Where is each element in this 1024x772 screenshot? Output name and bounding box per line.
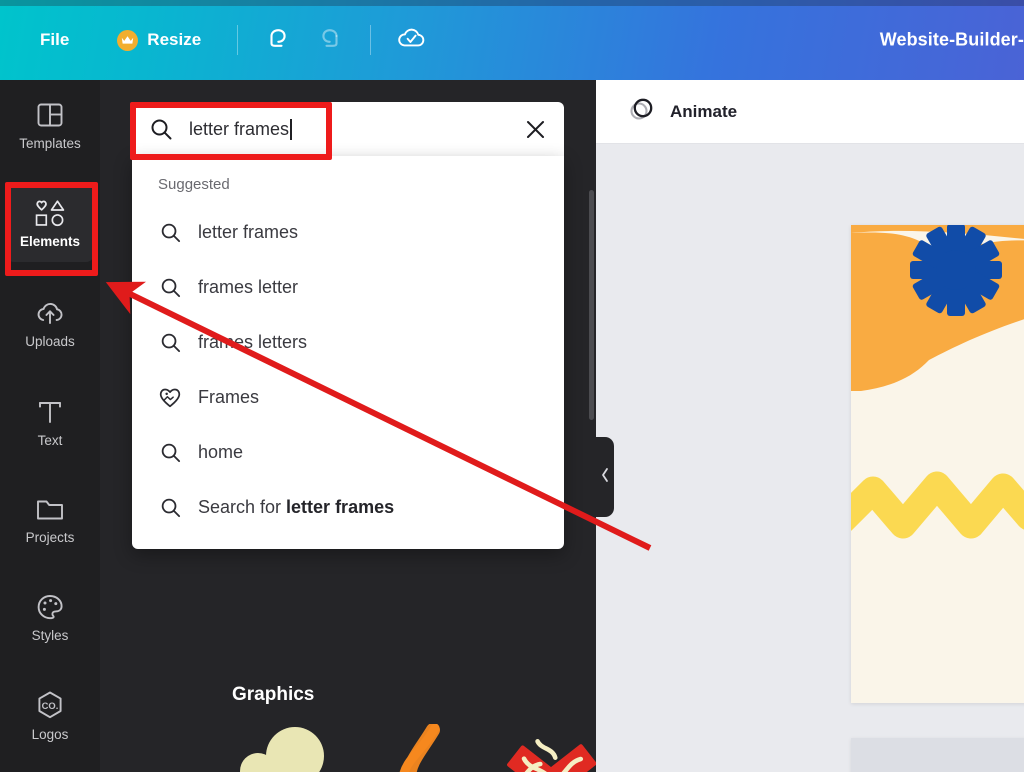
suggestion-item-0[interactable]: letter frames (132, 205, 564, 260)
sidebar-item-label: Templates (19, 136, 81, 151)
cloud-check-icon (396, 24, 426, 57)
resize-button[interactable]: Resize (107, 21, 211, 59)
toolbar-divider (237, 25, 239, 55)
logo-hexagon-icon: CO. (35, 690, 65, 720)
graphic-thumbnail-red-bacon-x[interactable] (494, 724, 596, 772)
search-input-value: letter frames (189, 118, 290, 139)
search-icon (158, 441, 182, 464)
animate-circles-icon (626, 94, 656, 129)
sidebar-item-text[interactable]: Text (6, 385, 94, 461)
chevron-left-icon (600, 467, 610, 488)
suggestion-item-3[interactable]: Frames (132, 370, 564, 425)
search-icon (158, 496, 182, 519)
graphics-section-header: Graphics See all (232, 684, 596, 706)
animate-button[interactable]: Animate (616, 88, 747, 135)
search-icon (158, 221, 182, 244)
elements-icon (33, 199, 67, 227)
sidebar-item-label: Elements (19, 234, 81, 249)
panel-collapse-handle[interactable] (596, 437, 614, 517)
panel-scrollbar[interactable] (589, 190, 594, 420)
suggestion-item-2[interactable]: frames letters (132, 315, 564, 370)
sidebar-item-styles[interactable]: Styles (6, 580, 94, 656)
suggestion-item-1[interactable]: frames letter (132, 260, 564, 315)
suggestion-label: home (198, 442, 244, 462)
toolbar-divider-2 (370, 25, 372, 55)
top-header-bar: File Resize Website-Builder- (0, 0, 1024, 80)
sidebar-item-label: Styles (31, 628, 69, 643)
sidebar-item-label: Logos (31, 727, 69, 742)
search-icon (149, 117, 173, 141)
sidebar-item-templates[interactable]: Templates (6, 88, 94, 164)
elements-panel: letter frames Suggested letter frames fr… (100, 80, 596, 772)
palette-icon (36, 593, 64, 621)
templates-icon (36, 101, 64, 129)
suggested-section-label: Suggested (158, 176, 230, 193)
undo-icon (264, 24, 292, 57)
search-suggestions-dropdown: Suggested letter frames frames letter fr… (132, 156, 564, 549)
sidebar-item-elements[interactable]: Elements (6, 186, 94, 262)
graphics-thumbnail-row (232, 723, 596, 772)
search-for-item[interactable]: Search for letter frames (132, 480, 564, 535)
editor-toolbar: Animate (596, 80, 1024, 144)
search-icon (158, 276, 182, 299)
redo-button[interactable] (310, 20, 350, 60)
design-page-1[interactable] (851, 225, 1024, 703)
file-menu-label: File (40, 30, 70, 49)
suggestion-item-4[interactable]: home (132, 425, 564, 480)
uploads-cloud-icon (35, 299, 65, 327)
suggestion-label: letter frames (198, 222, 299, 242)
search-input[interactable]: letter frames (132, 102, 564, 156)
left-rail: Templates Elements Uploads Text Projects… (0, 80, 100, 772)
sidebar-item-logos[interactable]: CO. Logos (6, 678, 94, 754)
search-for-term: letter frames (286, 497, 395, 517)
sidebar-item-projects[interactable]: Projects (6, 483, 94, 559)
text-caret (290, 118, 292, 140)
resize-label: Resize (147, 30, 202, 49)
folder-icon (35, 497, 65, 523)
undo-button[interactable] (258, 20, 298, 60)
search-icon (158, 331, 182, 354)
svg-text:CO.: CO. (42, 700, 59, 711)
graphic-thumbnail-cream-blob[interactable] (232, 724, 347, 772)
clear-search-button[interactable] (520, 114, 550, 144)
design-page-2[interactable] (851, 738, 1024, 772)
search-row: letter frames (132, 102, 564, 156)
file-menu-button[interactable]: File (30, 21, 79, 59)
editor-area: Animate (596, 80, 1024, 772)
graphic-thumbnail-orange-swirl[interactable] (363, 723, 478, 772)
suggestion-label: frames letter (198, 277, 299, 297)
frame-heart-icon (158, 385, 182, 410)
graphics-title: Graphics (232, 684, 315, 705)
cloud-save-button[interactable] (391, 20, 431, 60)
sidebar-item-uploads[interactable]: Uploads (6, 286, 94, 362)
sidebar-item-label: Projects (25, 530, 75, 545)
sidebar-item-label: Text (37, 433, 63, 448)
suggestion-label: frames letters (198, 332, 308, 352)
animate-label: Animate (670, 101, 738, 121)
redo-icon (316, 24, 344, 57)
window-top-edge (0, 0, 1024, 6)
document-title[interactable]: Website-Builder- (880, 30, 1024, 51)
suggestion-label: Frames (198, 387, 260, 407)
text-t-icon (37, 398, 63, 426)
sidebar-item-label: Uploads (25, 334, 75, 349)
canva-editor-window: Animate letter frames Suggested letter f… (0, 0, 1024, 772)
crown-icon (117, 29, 139, 51)
search-for-prefix: Search for (198, 497, 287, 517)
